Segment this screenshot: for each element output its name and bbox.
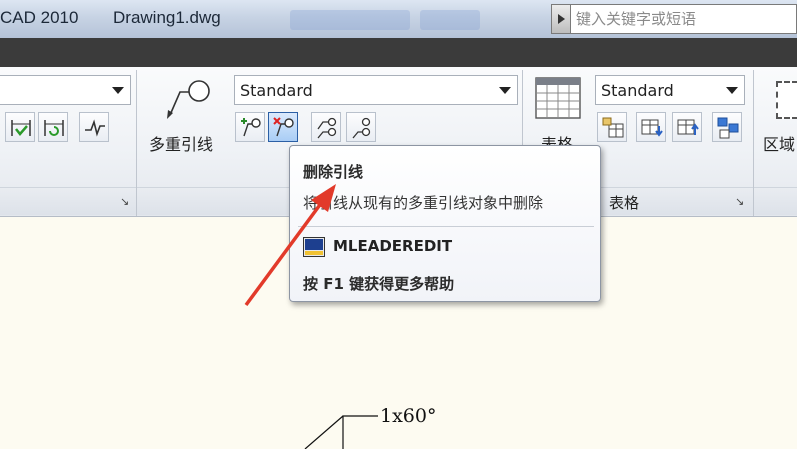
dimension-text: 1x60°	[380, 405, 437, 427]
tooltip-title: 删除引线	[303, 163, 364, 181]
tooltip-description: 将引线从现有的多重引线对象中删除	[303, 194, 544, 212]
tooltip-divider	[298, 226, 594, 227]
tooltip-help: 按 F1 键获得更多帮助	[303, 275, 455, 293]
command-icon	[303, 237, 325, 257]
tooltip: 删除引线 将引线从现有的多重引线对象中删除 MLEADEREDIT 按 F1 键…	[289, 145, 601, 302]
tooltip-command: MLEADEREDIT	[333, 237, 453, 255]
leader-line	[342, 415, 378, 449]
leader-line	[304, 415, 344, 449]
